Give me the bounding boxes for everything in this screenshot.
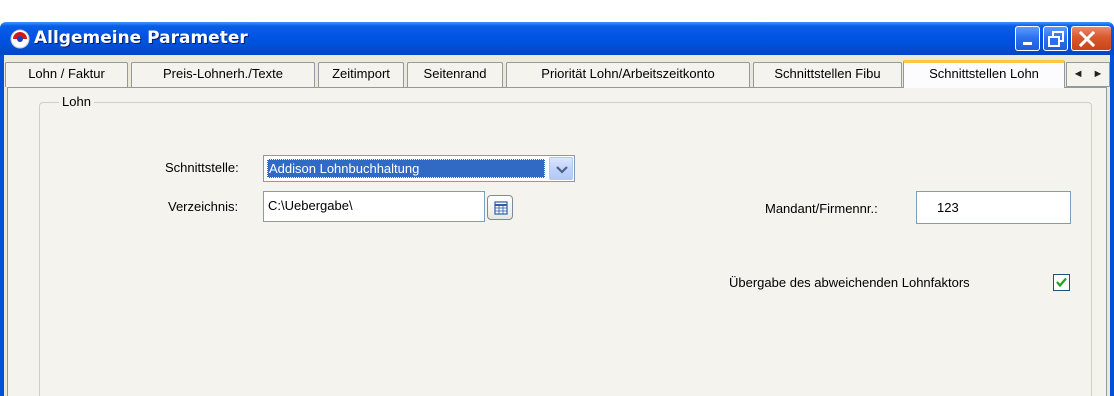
tab-zeitimport[interactable]: Zeitimport [318, 62, 404, 87]
minimize-button[interactable] [1015, 26, 1040, 51]
window-frame-right [1110, 55, 1114, 396]
tab-lohn-faktur[interactable]: Lohn / Faktur [5, 62, 128, 87]
minimize-icon [1023, 42, 1032, 45]
tab-scroll-left-icon[interactable]: ◄ [1073, 68, 1084, 80]
tab-schnittstellen-lohn[interactable]: Schnittstellen Lohn [903, 60, 1065, 88]
schnittstelle-select[interactable]: Addison Lohnbuchhaltung [263, 155, 575, 182]
tab-scroll-right-icon[interactable]: ► [1093, 68, 1104, 80]
verzeichnis-input[interactable]: C:\Uebergabe\ [263, 191, 485, 222]
schnittstelle-selected-value: Addison Lohnbuchhaltung [267, 159, 545, 178]
group-box-lohn [39, 102, 1092, 396]
restore-button[interactable] [1043, 26, 1068, 51]
verzeichnis-label: Verzeichnis: [168, 199, 239, 214]
mandant-label: Mandant/Firmennr.: [765, 201, 878, 216]
restore-icon [1048, 31, 1064, 47]
table-icon [494, 201, 508, 215]
tab-scroll-buttons: ◄ ► [1066, 62, 1110, 87]
lohnfaktor-checkbox[interactable] [1053, 274, 1070, 291]
tab-seitenrand[interactable]: Seitenrand [407, 62, 503, 87]
browse-directory-button[interactable] [487, 195, 513, 220]
window-title: Allgemeine Parameter [34, 28, 248, 48]
chevron-down-icon [556, 166, 568, 174]
tab-preis-lohnerh-texte[interactable]: Preis-Lohnerh./Texte [131, 62, 315, 87]
group-title: Lohn [59, 94, 94, 109]
title-bar[interactable]: Allgemeine Parameter [0, 22, 1114, 55]
close-button[interactable] [1071, 26, 1111, 51]
close-icon [1078, 30, 1096, 48]
tab-prioritaet-lohn-arbeitszeitkonto[interactable]: Priorität Lohn/Arbeitszeitkonto [506, 62, 750, 87]
tab-strip: Lohn / Faktur Preis-Lohnerh./Texte Zeiti… [4, 60, 1110, 88]
tab-schnittstellen-fibu[interactable]: Schnittstellen Fibu [753, 62, 902, 87]
app-shield-icon [9, 28, 31, 50]
checkmark-icon [1056, 277, 1067, 288]
background-strip [0, 0, 1114, 22]
window-frame-left [0, 55, 4, 396]
mandant-firmennr-input[interactable]: 123 [916, 191, 1071, 224]
schnittstelle-label: Schnittstelle: [165, 160, 239, 175]
dropdown-button[interactable] [549, 157, 573, 180]
checkbox-label: Übergabe des abweichenden Lohnfaktors [729, 275, 970, 290]
